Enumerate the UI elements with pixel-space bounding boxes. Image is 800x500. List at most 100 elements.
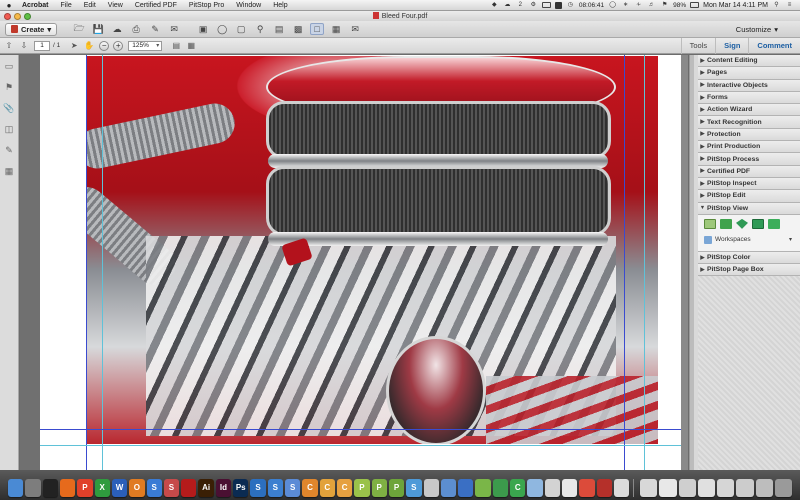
app-p-dock-icon[interactable]: P bbox=[77, 478, 93, 497]
app-c-dock-icon[interactable]: C bbox=[302, 478, 318, 497]
battery-icon[interactable] bbox=[690, 2, 700, 8]
app-s-dock-icon[interactable]: S bbox=[146, 478, 162, 497]
panel-item-pitstop-view[interactable]: ▼ PitStop View bbox=[698, 202, 800, 215]
zoom-level-select[interactable]: 125% bbox=[128, 40, 163, 51]
panel-item-pages[interactable]: ▶ Pages bbox=[698, 67, 800, 80]
select-cursor-icon[interactable]: ➤ bbox=[68, 40, 80, 51]
notification-list-icon[interactable]: ≡ bbox=[785, 2, 794, 9]
layers-view-icon[interactable] bbox=[736, 218, 748, 229]
app-16-dock-icon[interactable] bbox=[562, 478, 578, 497]
tab-tools[interactable]: Tools bbox=[680, 37, 716, 54]
pitstop-navigator-icon[interactable]: ▣ bbox=[196, 23, 210, 35]
flag-icon[interactable]: ⚑ bbox=[660, 2, 669, 9]
menu-file[interactable]: File bbox=[54, 2, 77, 9]
app-p3-dock-icon[interactable]: P bbox=[371, 478, 387, 497]
previous-page-icon[interactable]: ⇧ bbox=[3, 40, 15, 51]
panel-item-pitstop-page-box[interactable]: ▶ PitStop Page Box bbox=[698, 264, 800, 277]
chevron-down-icon[interactable]: ▾ bbox=[789, 236, 792, 243]
folder-4-dock-icon[interactable] bbox=[697, 478, 716, 497]
menu-certified-pdf[interactable]: Certified PDF bbox=[129, 2, 183, 9]
folder-3-dock-icon[interactable] bbox=[678, 478, 696, 497]
app-p4-dock-icon[interactable]: P bbox=[388, 478, 405, 497]
app-s5-dock-icon[interactable]: S bbox=[406, 478, 422, 497]
tray-count[interactable]: 2 bbox=[516, 2, 525, 9]
clock-tray-icon[interactable]: ◷ bbox=[566, 2, 575, 9]
system-preferences-dock-icon[interactable] bbox=[25, 478, 41, 497]
save-icon[interactable]: 💾 bbox=[91, 23, 105, 35]
bookmarks-icon[interactable]: ⚑ bbox=[3, 81, 15, 93]
panel-item-forms[interactable]: ▶ Forms bbox=[698, 91, 800, 105]
signatures-icon[interactable]: ✎ bbox=[3, 144, 15, 156]
time-machine-icon[interactable]: ◯ bbox=[608, 2, 617, 9]
terminal-dock-icon[interactable] bbox=[42, 478, 58, 497]
envelope-view-icon[interactable] bbox=[752, 218, 764, 229]
cloud-upload-icon[interactable]: ☁ bbox=[110, 23, 124, 35]
attachments-icon[interactable]: 📎 bbox=[3, 102, 15, 114]
speech-bubble-icon[interactable] bbox=[720, 218, 732, 229]
illustrator-dock-icon[interactable]: Ai bbox=[198, 478, 214, 497]
folder-1-dock-icon[interactable] bbox=[640, 478, 658, 497]
menu-window[interactable]: Window bbox=[230, 2, 267, 9]
app-p2-dock-icon[interactable]: P bbox=[354, 478, 370, 497]
create-button[interactable]: Create ▾ bbox=[5, 22, 58, 36]
app-s2-dock-icon[interactable]: S bbox=[163, 478, 180, 497]
pitstop-zoom-icon[interactable]: ⚲ bbox=[253, 23, 267, 35]
folder-2-dock-icon[interactable] bbox=[659, 478, 677, 497]
document-view[interactable] bbox=[20, 55, 688, 470]
customize-button[interactable]: Customize ▾ bbox=[736, 25, 778, 34]
wifi-icon[interactable]: ∻ bbox=[634, 2, 643, 9]
zoom-out-button[interactable]: − bbox=[99, 40, 110, 51]
print-icon[interactable]: ⎙ bbox=[129, 23, 143, 35]
pitstop-grid-icon[interactable]: ▦ bbox=[329, 23, 343, 35]
fit-page-icon[interactable]: ▤ bbox=[170, 40, 182, 51]
app-17-dock-icon[interactable] bbox=[579, 478, 595, 497]
pitstop-wireframe-icon[interactable]: ▤ bbox=[272, 23, 286, 35]
panel-item-pitstop-inspect[interactable]: ▶ PitStop Inspect bbox=[698, 177, 800, 191]
cloud-tray-icon[interactable]: ☁ bbox=[503, 2, 512, 9]
trash-dock-icon[interactable] bbox=[774, 478, 793, 497]
panel-item-interactive-objects[interactable]: ▶ Interactive Objects bbox=[698, 79, 800, 92]
app-o-dock-icon[interactable]: O bbox=[129, 478, 145, 497]
app-18-dock-icon[interactable] bbox=[613, 478, 630, 497]
panel-item-certified-pdf[interactable]: ▶ Certified PDF bbox=[698, 165, 800, 178]
app-x-dock-icon[interactable]: X bbox=[94, 478, 110, 497]
app-13-dock-icon[interactable] bbox=[492, 478, 509, 497]
folder-6-dock-icon[interactable] bbox=[736, 478, 754, 497]
panel-item-action-wizard[interactable]: ▶ Action Wizard bbox=[698, 104, 800, 117]
app-s4-dock-icon[interactable]: S bbox=[285, 478, 301, 497]
menu-edit[interactable]: Edit bbox=[78, 2, 102, 9]
app-10-dock-icon[interactable] bbox=[440, 478, 457, 497]
next-page-icon[interactable]: ⇩ bbox=[18, 40, 30, 51]
app-c2-dock-icon[interactable]: C bbox=[319, 478, 335, 497]
app-14-dock-icon[interactable] bbox=[527, 478, 543, 497]
app-12-dock-icon[interactable] bbox=[475, 478, 491, 497]
pitstop-mail-icon[interactable]: ✉ bbox=[348, 23, 362, 35]
panel-scrollbar[interactable] bbox=[690, 55, 694, 470]
panel-item-protection[interactable]: ▶ Protection bbox=[698, 128, 800, 142]
tab-sign[interactable]: Sign bbox=[715, 37, 748, 54]
app-c4-dock-icon[interactable]: C bbox=[510, 478, 526, 497]
fit-width-icon[interactable]: ▦ bbox=[185, 40, 197, 51]
order-icon[interactable]: ▦ bbox=[3, 165, 15, 177]
panel-item-pitstop-process[interactable]: ▶ PitStop Process bbox=[698, 153, 800, 166]
pitstop-select-icon[interactable]: ▢ bbox=[234, 23, 248, 35]
document-scrollbar[interactable] bbox=[681, 55, 688, 470]
indesign-dock-icon[interactable]: Id bbox=[215, 478, 232, 497]
menu-help[interactable]: Help bbox=[267, 2, 293, 9]
grid-view-icon[interactable] bbox=[704, 218, 716, 229]
pitstop-preview-icon[interactable]: □ bbox=[310, 23, 325, 35]
filezilla-dock-icon[interactable] bbox=[596, 478, 612, 497]
tab-comment[interactable]: Comment bbox=[748, 37, 800, 54]
photoshop-dock-icon[interactable]: Ps bbox=[233, 478, 249, 497]
pitstop-proof-icon[interactable]: ▩ bbox=[291, 23, 305, 35]
menu-view[interactable]: View bbox=[102, 2, 129, 9]
app-11-dock-icon[interactable] bbox=[458, 478, 474, 497]
page-number-input[interactable]: 1 bbox=[34, 40, 50, 51]
menu-pitstop-pro[interactable]: PitStop Pro bbox=[183, 2, 230, 9]
menubar-clock[interactable]: Mon Mar 14 4:11 PM bbox=[703, 2, 768, 9]
window-tray-icon[interactable] bbox=[541, 2, 551, 8]
firefox-dock-icon[interactable] bbox=[59, 478, 76, 497]
panel-item-print-production[interactable]: ▶ Print Production bbox=[698, 141, 800, 154]
workspaces-select[interactable]: Workspaces bbox=[704, 235, 751, 244]
panel-item-text-recognition[interactable]: ▶ Text Recognition bbox=[698, 116, 800, 129]
